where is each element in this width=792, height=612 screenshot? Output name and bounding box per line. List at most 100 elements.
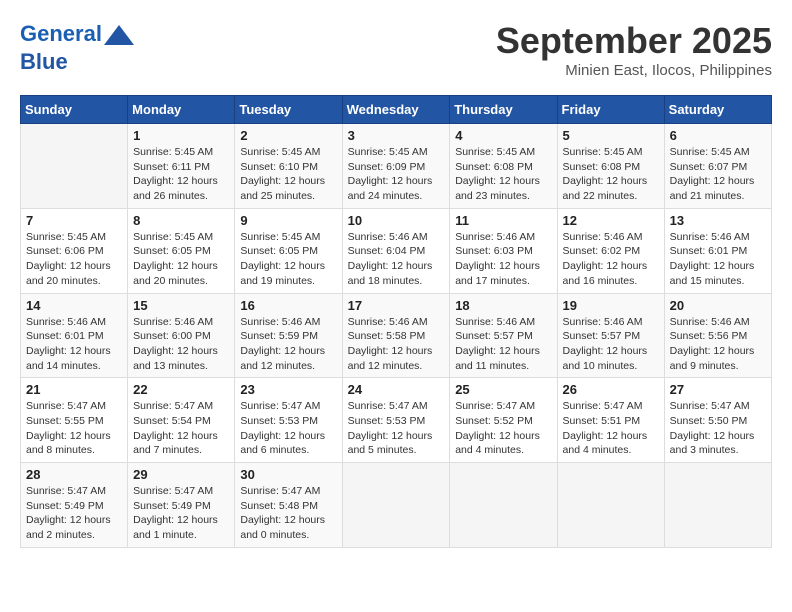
day-number: 18 — [455, 298, 551, 313]
calendar-cell: 3 Sunrise: 5:45 AM Sunset: 6:09 PM Daylig… — [342, 124, 450, 209]
cell-content: Sunrise: 5:46 AM Sunset: 5:57 PM Dayligh… — [455, 315, 551, 374]
day-number: 25 — [455, 382, 551, 397]
day-number: 5 — [563, 128, 659, 143]
cell-content: Sunrise: 5:45 AM Sunset: 6:05 PM Dayligh… — [133, 230, 229, 289]
calendar-cell: 6Sunrise: 5:45 AM Sunset: 6:07 PM Daylig… — [664, 124, 771, 209]
calendar-cell: 19 Sunrise: 5:46 AM Sunset: 5:57 PM Dayli… — [557, 293, 664, 378]
week-row-4: 21 Sunrise: 5:47 AM Sunset: 5:55 PM Dayli… — [21, 378, 772, 463]
day-number: 12 — [563, 213, 659, 228]
calendar-cell: 11 Sunrise: 5:46 AM Sunset: 6:03 PM Dayli… — [450, 208, 557, 293]
day-number: 15 — [133, 298, 229, 313]
day-number: 11 — [455, 213, 551, 228]
day-number: 2 — [240, 128, 336, 143]
day-number: 23 — [240, 382, 336, 397]
day-number: 1 — [133, 128, 229, 143]
logo-text: General Blue — [20, 20, 134, 74]
calendar-cell — [664, 463, 771, 548]
day-number: 24 — [348, 382, 445, 397]
cell-content: Sunrise: 5:45 AM Sunset: 6:09 PM Dayligh… — [348, 145, 445, 204]
day-number: 27 — [670, 382, 766, 397]
calendar-cell: 30 Sunrise: 5:47 AM Sunset: 5:48 PM Dayli… — [235, 463, 342, 548]
day-header-thursday: Thursday — [450, 96, 557, 124]
calendar-table: SundayMondayTuesdayWednesdayThursdayFrid… — [20, 95, 772, 548]
calendar-cell — [557, 463, 664, 548]
cell-content: Sunrise: 5:47 AM Sunset: 5:50 PM Dayligh… — [670, 399, 766, 458]
calendar-cell: 17 Sunrise: 5:46 AM Sunset: 5:58 PM Dayli… — [342, 293, 450, 378]
cell-content: Sunrise: 5:47 AM Sunset: 5:54 PM Dayligh… — [133, 399, 229, 458]
day-number: 16 — [240, 298, 336, 313]
calendar-cell: 12Sunrise: 5:46 AM Sunset: 6:02 PM Dayli… — [557, 208, 664, 293]
day-header-sunday: Sunday — [21, 96, 128, 124]
day-header-tuesday: Tuesday — [235, 96, 342, 124]
calendar-cell: 20 Sunrise: 5:46 AM Sunset: 5:56 PM Dayli… — [664, 293, 771, 378]
calendar-cell: 10 Sunrise: 5:46 AM Sunset: 6:04 PM Dayli… — [342, 208, 450, 293]
calendar-cell: 4Sunrise: 5:45 AM Sunset: 6:08 PM Daylig… — [450, 124, 557, 209]
cell-content: Sunrise: 5:46 AM Sunset: 5:56 PM Dayligh… — [670, 315, 766, 374]
cell-content: Sunrise: 5:47 AM Sunset: 5:53 PM Dayligh… — [348, 399, 445, 458]
day-number: 13 — [670, 213, 766, 228]
cell-content: Sunrise: 5:47 AM Sunset: 5:55 PM Dayligh… — [26, 399, 122, 458]
day-number: 20 — [670, 298, 766, 313]
calendar-cell: 28Sunrise: 5:47 AM Sunset: 5:49 PM Dayli… — [21, 463, 128, 548]
day-number: 6 — [670, 128, 766, 143]
cell-content: Sunrise: 5:47 AM Sunset: 5:51 PM Dayligh… — [563, 399, 659, 458]
month-title: September 2025 — [496, 20, 772, 62]
location: Minien East, Ilocos, Philippines — [496, 62, 772, 79]
page-header: General Blue September 2025 Minien East,… — [20, 20, 772, 79]
calendar-cell: 18 Sunrise: 5:46 AM Sunset: 5:57 PM Dayli… — [450, 293, 557, 378]
cell-content: Sunrise: 5:47 AM Sunset: 5:52 PM Dayligh… — [455, 399, 551, 458]
cell-content: Sunrise: 5:45 AM Sunset: 6:11 PM Dayligh… — [133, 145, 229, 204]
day-number: 3 — [348, 128, 445, 143]
calendar-cell: 5 Sunrise: 5:45 AM Sunset: 6:08 PM Daylig… — [557, 124, 664, 209]
calendar-cell — [450, 463, 557, 548]
calendar-cell: 29Sunrise: 5:47 AM Sunset: 5:49 PM Dayli… — [128, 463, 235, 548]
calendar-cell: 9 Sunrise: 5:45 AM Sunset: 6:05 PM Daylig… — [235, 208, 342, 293]
cell-content: Sunrise: 5:47 AM Sunset: 5:53 PM Dayligh… — [240, 399, 336, 458]
cell-content: Sunrise: 5:46 AM Sunset: 6:03 PM Dayligh… — [455, 230, 551, 289]
calendar-cell: 13 Sunrise: 5:46 AM Sunset: 6:01 PM Dayli… — [664, 208, 771, 293]
calendar-header-row: SundayMondayTuesdayWednesdayThursdayFrid… — [21, 96, 772, 124]
title-block: September 2025 Minien East, Ilocos, Phil… — [496, 20, 772, 79]
week-row-3: 14 Sunrise: 5:46 AM Sunset: 6:01 PM Dayli… — [21, 293, 772, 378]
calendar-cell: 27 Sunrise: 5:47 AM Sunset: 5:50 PM Dayli… — [664, 378, 771, 463]
cell-content: Sunrise: 5:45 AM Sunset: 6:08 PM Dayligh… — [455, 145, 551, 204]
day-number: 30 — [240, 467, 336, 482]
cell-content: Sunrise: 5:46 AM Sunset: 6:04 PM Dayligh… — [348, 230, 445, 289]
day-number: 19 — [563, 298, 659, 313]
calendar-cell: 23 Sunrise: 5:47 AM Sunset: 5:53 PM Dayli… — [235, 378, 342, 463]
day-number: 9 — [240, 213, 336, 228]
calendar-cell: 8 Sunrise: 5:45 AM Sunset: 6:05 PM Daylig… — [128, 208, 235, 293]
calendar-cell: 26 Sunrise: 5:47 AM Sunset: 5:51 PM Dayli… — [557, 378, 664, 463]
cell-content: Sunrise: 5:47 AM Sunset: 5:49 PM Dayligh… — [26, 484, 122, 543]
cell-content: Sunrise: 5:45 AM Sunset: 6:10 PM Dayligh… — [240, 145, 336, 204]
calendar-cell: 14 Sunrise: 5:46 AM Sunset: 6:01 PM Dayli… — [21, 293, 128, 378]
cell-content: Sunrise: 5:46 AM Sunset: 5:58 PM Dayligh… — [348, 315, 445, 374]
week-row-1: 1 Sunrise: 5:45 AM Sunset: 6:11 PM Daylig… — [21, 124, 772, 209]
cell-content: Sunrise: 5:45 AM Sunset: 6:05 PM Dayligh… — [240, 230, 336, 289]
cell-content: Sunrise: 5:45 AM Sunset: 6:08 PM Dayligh… — [563, 145, 659, 204]
cell-content: Sunrise: 5:46 AM Sunset: 5:59 PM Dayligh… — [240, 315, 336, 374]
cell-content: Sunrise: 5:47 AM Sunset: 5:48 PM Dayligh… — [240, 484, 336, 543]
day-number: 26 — [563, 382, 659, 397]
calendar-cell: 25 Sunrise: 5:47 AM Sunset: 5:52 PM Dayli… — [450, 378, 557, 463]
cell-content: Sunrise: 5:45 AM Sunset: 6:06 PM Dayligh… — [26, 230, 122, 289]
cell-content: Sunrise: 5:46 AM Sunset: 6:01 PM Dayligh… — [670, 230, 766, 289]
week-row-5: 28Sunrise: 5:47 AM Sunset: 5:49 PM Dayli… — [21, 463, 772, 548]
day-number: 21 — [26, 382, 122, 397]
calendar-cell: 22 Sunrise: 5:47 AM Sunset: 5:54 PM Dayli… — [128, 378, 235, 463]
calendar-cell: 2 Sunrise: 5:45 AM Sunset: 6:10 PM Daylig… — [235, 124, 342, 209]
calendar-cell — [21, 124, 128, 209]
day-number: 8 — [133, 213, 229, 228]
cell-content: Sunrise: 5:46 AM Sunset: 6:01 PM Dayligh… — [26, 315, 122, 374]
day-header-wednesday: Wednesday — [342, 96, 450, 124]
day-number: 10 — [348, 213, 445, 228]
cell-content: Sunrise: 5:46 AM Sunset: 5:57 PM Dayligh… — [563, 315, 659, 374]
calendar-cell: 1 Sunrise: 5:45 AM Sunset: 6:11 PM Daylig… — [128, 124, 235, 209]
logo: General Blue — [20, 20, 134, 74]
day-header-friday: Friday — [557, 96, 664, 124]
day-number: 14 — [26, 298, 122, 313]
day-number: 17 — [348, 298, 445, 313]
day-number: 7 — [26, 213, 122, 228]
day-number: 22 — [133, 382, 229, 397]
day-number: 29 — [133, 467, 229, 482]
